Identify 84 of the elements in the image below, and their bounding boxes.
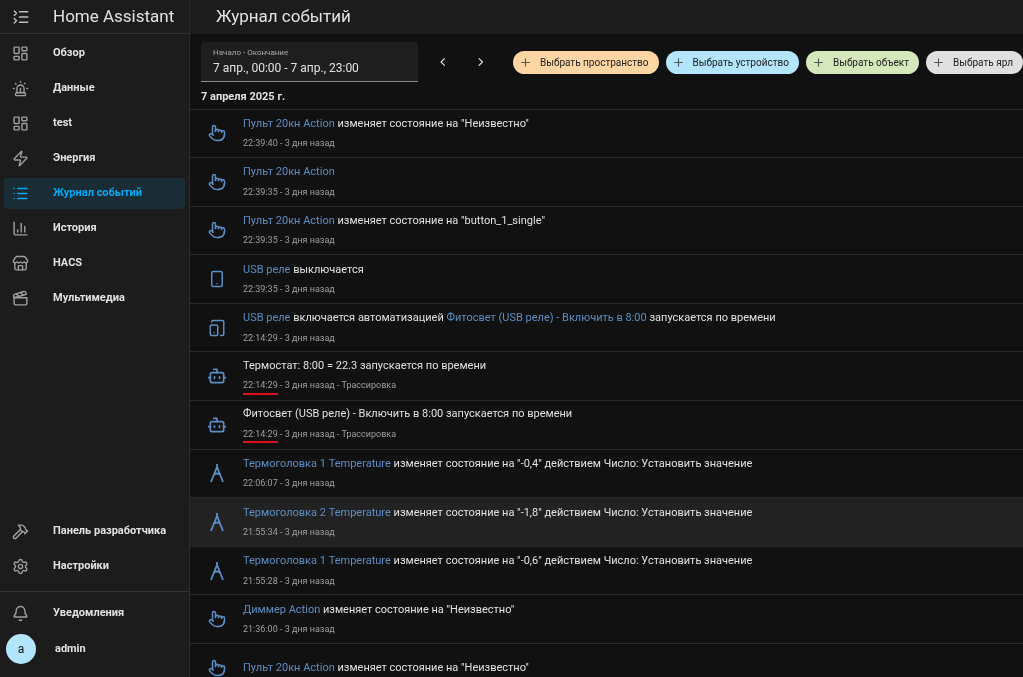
page-title: Журнал событий <box>216 5 351 29</box>
hand-pointer-icon <box>207 221 226 240</box>
sidebar-item[interactable]: История <box>4 213 185 244</box>
event-age: - 3 дня назад <box>278 574 335 588</box>
store-icon <box>12 255 29 272</box>
event-message: Фитосвет (USB реле) - Включить в 8:00 запускается по времени <box>243 406 573 423</box>
event-message: Пульт 20кн Action изменяет состояние на "button_1_single" <box>243 213 545 229</box>
media-icon <box>12 290 29 307</box>
bell-icon <box>12 605 29 622</box>
event-message: USB реле выключается <box>243 261 364 278</box>
event-message: Пульт 20кн Action <box>243 164 335 181</box>
sidebar-item[interactable]: test <box>4 108 185 139</box>
event-time: 22:06:07 <box>243 477 278 491</box>
event-time: 22:39:35 <box>243 185 278 199</box>
siren-icon <box>12 80 29 97</box>
dashboard-icon <box>12 45 29 62</box>
event-message: Пульт 20кн Action изменяет состояние на "Неизвестно" <box>243 659 529 676</box>
event-age: - 3 дня назад <box>278 283 335 297</box>
event-time: 22:14:29 <box>243 379 278 395</box>
event-time: 22:39:35 <box>243 234 278 248</box>
event-age: - 3 дня назад <box>278 185 335 199</box>
notifications-item[interactable]: Уведомления <box>4 598 185 629</box>
event-message: Пульт 20кн Action изменяет состояние на "Неизвестно" <box>243 115 529 132</box>
filter-chip[interactable]: Выбрать пространство <box>512 50 659 74</box>
robot-icon <box>206 366 227 387</box>
sidebar-item[interactable]: Мультимедиа <box>4 283 185 314</box>
user-name[interactable]: admin <box>55 640 86 658</box>
event-age: - 3 дня назад <box>278 623 335 637</box>
event-row[interactable]: Термоголовка 2 Temperature изменяет состояние на "-1,8" действием Число: Установить значение 21:55:34 - 3 дня назад <box>190 498 1023 547</box>
hand-pointer-icon <box>207 658 226 677</box>
hand-pointer-icon <box>207 124 226 143</box>
event-message: Термоголовка 1 Temperature изменяет состояние на "-0,4" действием Число: Установить значение <box>243 455 753 472</box>
event-age: - 3 дня назад <box>278 427 335 441</box>
event-time: 22:14:29 <box>243 427 278 444</box>
settings-icon <box>12 558 29 575</box>
event-time: 22:14:29 <box>243 331 278 345</box>
event-message: Термоголовка 1 Temperature изменяет состояние на "-0,6" действием Число: Установить значение <box>243 553 753 570</box>
event-time: 21:55:34 <box>243 526 278 540</box>
dashboard-icon <box>12 115 29 132</box>
phone-icon <box>207 318 226 337</box>
app-title: Home Assistant <box>53 4 175 28</box>
sidebar-item[interactable]: HACS <box>4 248 185 279</box>
event-time: 21:36:00 <box>243 623 278 637</box>
plus-icon <box>811 55 825 69</box>
hand-pointer-icon <box>207 172 226 191</box>
event-age: - 3 дня назад <box>278 137 335 151</box>
event-time: 22:39:35 <box>243 283 278 297</box>
angle-icon <box>208 463 225 484</box>
sidebar-item[interactable]: Настройки <box>4 551 185 582</box>
trace-link[interactable]: - Трассировка <box>334 379 397 395</box>
angle-icon <box>208 560 225 581</box>
sidebar-item[interactable]: Данные <box>4 73 185 104</box>
menu-icon[interactable] <box>12 7 30 26</box>
user-avatar[interactable]: a <box>6 634 36 664</box>
event-message: USB реле включается автоматизацией Фитосвет (USB реле) - Включить в 8:00 запускается по времени <box>243 310 776 327</box>
plus-icon <box>671 55 685 69</box>
lightning-icon <box>12 150 29 167</box>
date-range-field[interactable]: Начало - Окончание 7 апр., 00:00 - 7 апр., 23:00 <box>201 42 418 82</box>
hammer-icon <box>12 523 29 540</box>
event-age: - 3 дня назад <box>278 234 335 248</box>
trace-link[interactable]: - Трассировка <box>334 427 397 444</box>
filter-chip[interactable]: Выбрать устройство <box>665 50 799 74</box>
angle-icon <box>208 512 225 533</box>
sidebar-item[interactable]: Обзор <box>4 38 185 69</box>
event-message: Термоголовка 2 Temperature изменяет состояние на "-1,8" действием Число: Установить значение <box>243 504 753 521</box>
date-heading: 7 апреля 2025 г. <box>200 89 286 105</box>
sidebar-item[interactable]: Панель разработчика <box>4 516 185 547</box>
sidebar-item[interactable]: Журнал событий <box>4 178 185 209</box>
bar-chart-icon <box>12 220 29 237</box>
event-message: Диммер Action изменяет состояние на "Неизвестно" <box>243 601 515 618</box>
event-time: 22:39:40 <box>243 137 278 151</box>
event-age: - 3 дня назад <box>278 331 335 345</box>
event-message: Термостат: 8:00 = 22.3 запускается по времени <box>243 357 487 374</box>
event-age: - 3 дня назад <box>278 526 335 540</box>
filter-chip[interactable]: Выбрать объект <box>805 50 919 74</box>
event-age: - 3 дня назад <box>278 379 335 393</box>
hand-pointer-icon <box>207 610 226 629</box>
plus-icon <box>518 55 532 69</box>
filter-chip[interactable]: Выбрать ярл <box>926 50 1023 74</box>
sidebar-item[interactable]: Энергия <box>4 143 185 174</box>
list-icon <box>12 185 29 202</box>
event-time: 21:55:28 <box>243 574 278 588</box>
event-age: - 3 дня назад <box>278 477 335 491</box>
plus-icon <box>932 55 945 69</box>
